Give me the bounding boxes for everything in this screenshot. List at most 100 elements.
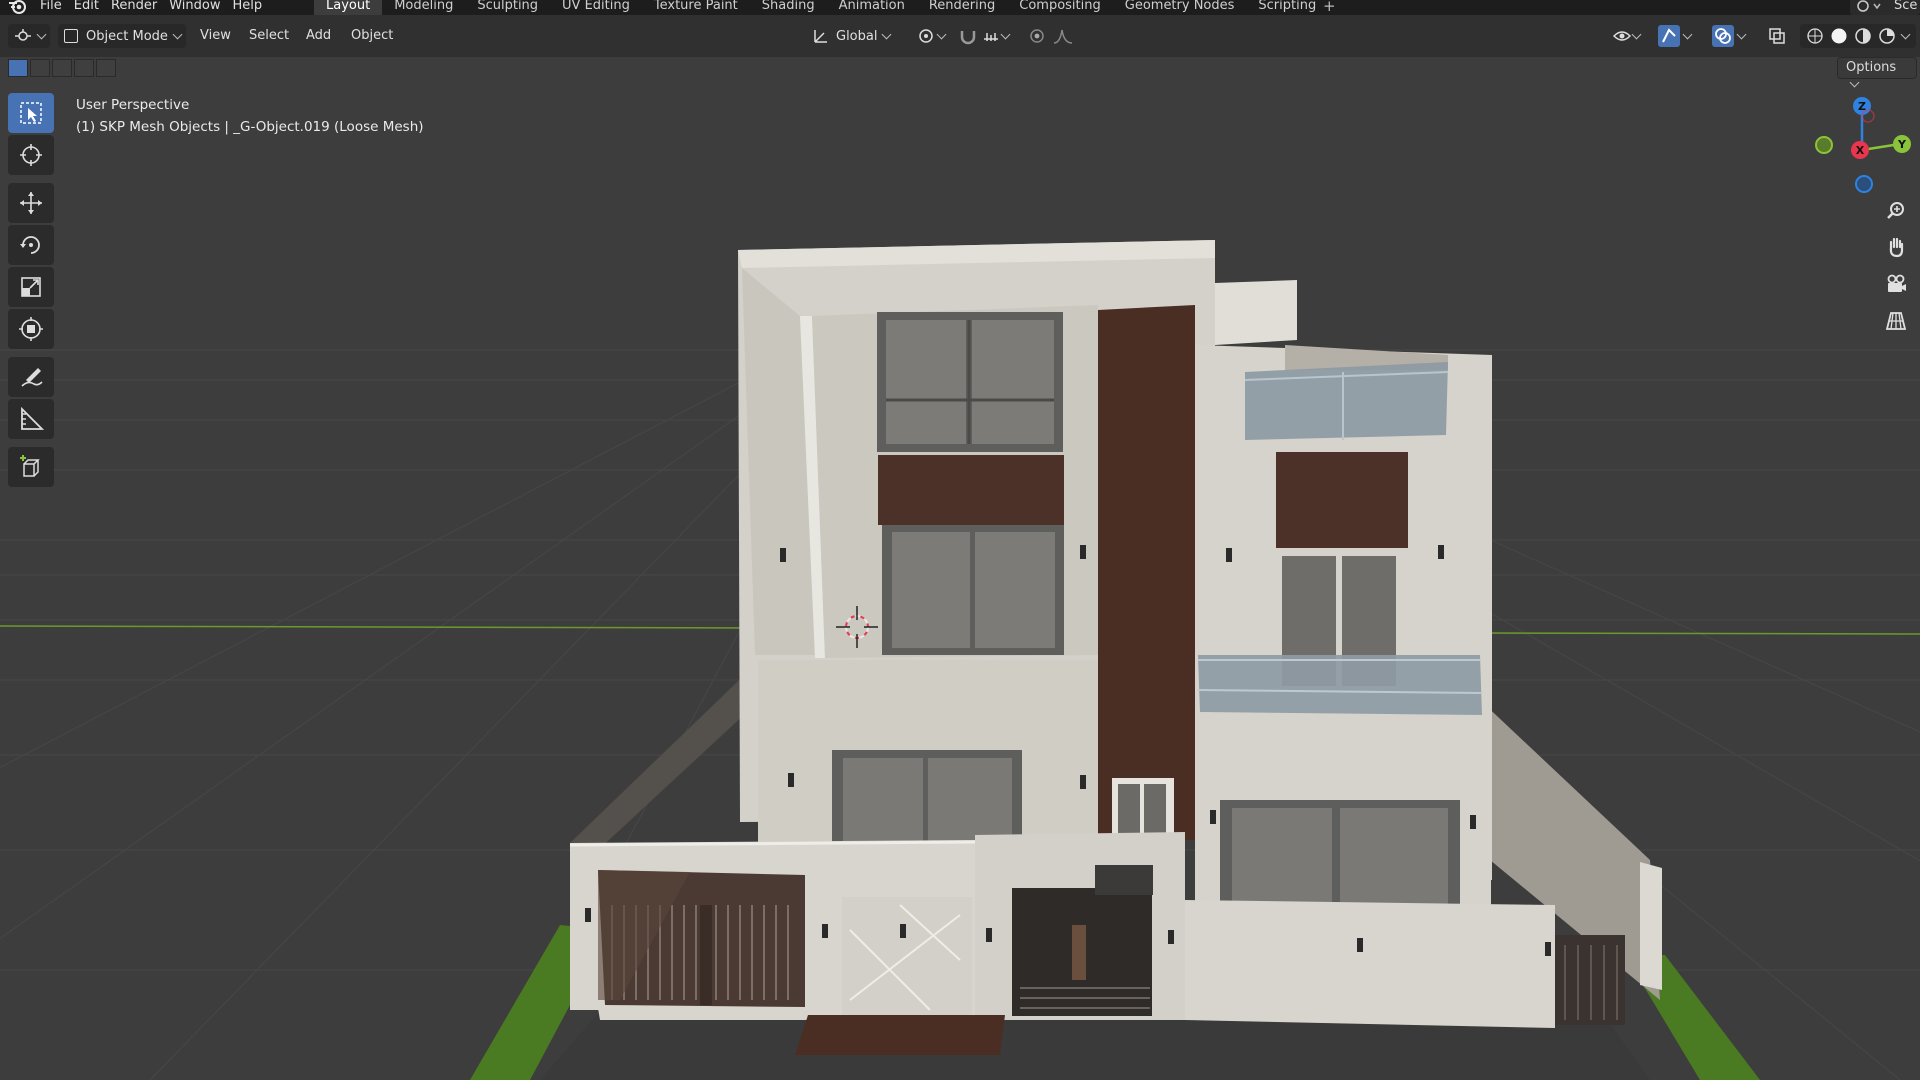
viewport-info: User Perspective (1) SKP Mesh Objects | … (76, 94, 424, 138)
select-mode-bar (0, 57, 1920, 79)
proportional-edit-icon (1030, 29, 1044, 43)
object-info-label: (1) SKP Mesh Objects | _G-Object.019 (Lo… (76, 119, 424, 135)
ortho-toggle-button[interactable] (1880, 305, 1912, 337)
rendered-shading-icon[interactable] (1878, 27, 1896, 45)
overlay-icon (1712, 25, 1734, 47)
tool-scale[interactable] (8, 267, 54, 307)
move-icon (20, 192, 42, 214)
xray-icon (1769, 28, 1785, 44)
tool-select-box[interactable] (8, 93, 54, 133)
main-menu: File Edit Render Window Help (40, 0, 274, 14)
eye-icon (1612, 31, 1632, 41)
editor-type-icon (15, 29, 31, 41)
menu-select[interactable]: Select (249, 28, 289, 43)
tab-scripting[interactable]: Scripting (1246, 0, 1328, 15)
annotate-icon (21, 368, 43, 387)
zoom-button[interactable] (1880, 194, 1912, 226)
overlay-toggle[interactable] (1712, 24, 1756, 48)
add-workspace-plus-icon[interactable]: + (1323, 0, 1336, 15)
orientation-label: Global (836, 28, 878, 44)
gizmo-y-label: Y (1897, 138, 1907, 151)
blender-logo-icon[interactable] (8, 0, 28, 15)
tab-animation[interactable]: Animation (827, 0, 917, 15)
add-cube-icon (20, 455, 40, 477)
pivot-point-selector[interactable] (916, 24, 952, 48)
top-menu-bar: File Edit Render Window Help Layout Mode… (0, 0, 1920, 15)
shading-mode-group (1800, 24, 1916, 48)
magnet-icon (960, 31, 976, 45)
camera-icon (1887, 274, 1906, 292)
transform-orientation-selector[interactable]: Global (812, 24, 904, 48)
tab-compositing[interactable]: Compositing (1007, 0, 1113, 15)
scale-icon (21, 277, 41, 297)
menu-help[interactable]: Help (233, 0, 275, 14)
3d-viewport[interactable] (0, 57, 1920, 1080)
menu-object[interactable]: Object (351, 28, 393, 43)
menu-file[interactable]: File (40, 0, 74, 14)
options-dropdown[interactable]: Options (1837, 57, 1917, 88)
select-intersect-icon[interactable] (96, 59, 116, 77)
camera-view-button[interactable] (1880, 268, 1912, 300)
tool-annotate[interactable] (8, 357, 54, 397)
viewport-header: Object Mode View Select Add Object Globa… (0, 15, 1920, 57)
select-extend-icon[interactable] (30, 59, 50, 77)
material-shading-icon[interactable] (1854, 27, 1872, 45)
tab-uv-editing[interactable]: UV Editing (550, 0, 642, 15)
tool-transform[interactable] (8, 309, 54, 349)
gizmo-x-label: X (1856, 144, 1865, 157)
select-subtract-icon[interactable] (52, 59, 72, 77)
snap-increment-icon (984, 33, 998, 41)
ortho-grid-icon (1885, 312, 1907, 330)
tool-add-cube[interactable] (8, 447, 54, 487)
falloff-curve-icon (1053, 29, 1073, 44)
tab-rendering[interactable]: Rendering (917, 0, 1007, 15)
view-name-label: User Perspective (76, 97, 190, 113)
scene-render (0, 57, 1920, 1080)
wireframe-shading-icon[interactable] (1806, 27, 1824, 45)
visibility-selector[interactable] (1612, 24, 1650, 48)
tool-measure[interactable] (8, 399, 54, 439)
orientation-axes-icon (814, 30, 827, 43)
tab-geometry-nodes[interactable]: Geometry Nodes (1113, 0, 1247, 15)
gizmo-toggle[interactable] (1658, 24, 1702, 48)
pan-hand-icon (1889, 237, 1904, 258)
menu-window[interactable]: Window (169, 0, 232, 14)
xray-toggle[interactable] (1768, 24, 1790, 48)
pan-button[interactable] (1880, 231, 1912, 263)
options-label: Options (1846, 60, 1897, 75)
tab-sculpting[interactable]: Sculpting (465, 0, 550, 15)
menu-render[interactable]: Render (111, 0, 169, 14)
navigation-gizmo[interactable]: Z Y X (1810, 90, 1920, 200)
select-box-icon (20, 102, 42, 124)
scene-icon (1857, 0, 1881, 12)
menu-edit[interactable]: Edit (74, 0, 111, 14)
proportional-edit-toggle[interactable] (1028, 24, 1084, 48)
mode-label: Object Mode (86, 28, 168, 44)
snap-toggle[interactable] (958, 24, 1022, 48)
workspace-tabs: Layout Modeling Sculpting UV Editing Tex… (314, 0, 1328, 15)
cursor-icon (20, 144, 42, 166)
zoom-icon (1887, 202, 1904, 219)
tab-shading[interactable]: Shading (750, 0, 827, 15)
tool-rotate[interactable] (8, 225, 54, 265)
measure-icon (21, 406, 44, 430)
tab-texture-paint[interactable]: Texture Paint (642, 0, 750, 15)
scene-label: Sce (1894, 0, 1918, 13)
solid-shading-icon[interactable] (1830, 27, 1848, 45)
rotate-icon (20, 236, 40, 254)
gizmo-icon (1658, 25, 1680, 47)
tab-modeling[interactable]: Modeling (382, 0, 465, 15)
select-invert-icon[interactable] (74, 59, 94, 77)
select-new-icon[interactable] (8, 59, 28, 77)
editor-type-button[interactable] (8, 24, 50, 48)
pivot-icon (919, 29, 933, 43)
tab-layout[interactable]: Layout (314, 0, 383, 15)
object-mode-icon (64, 29, 78, 43)
tool-cursor[interactable] (8, 135, 54, 175)
scene-selector[interactable]: Sce (1850, 0, 1920, 15)
mode-selector[interactable]: Object Mode (58, 24, 186, 48)
menu-view[interactable]: View (200, 28, 231, 43)
tool-move[interactable] (8, 183, 54, 223)
menu-add[interactable]: Add (306, 28, 331, 43)
transform-icon (19, 317, 43, 341)
